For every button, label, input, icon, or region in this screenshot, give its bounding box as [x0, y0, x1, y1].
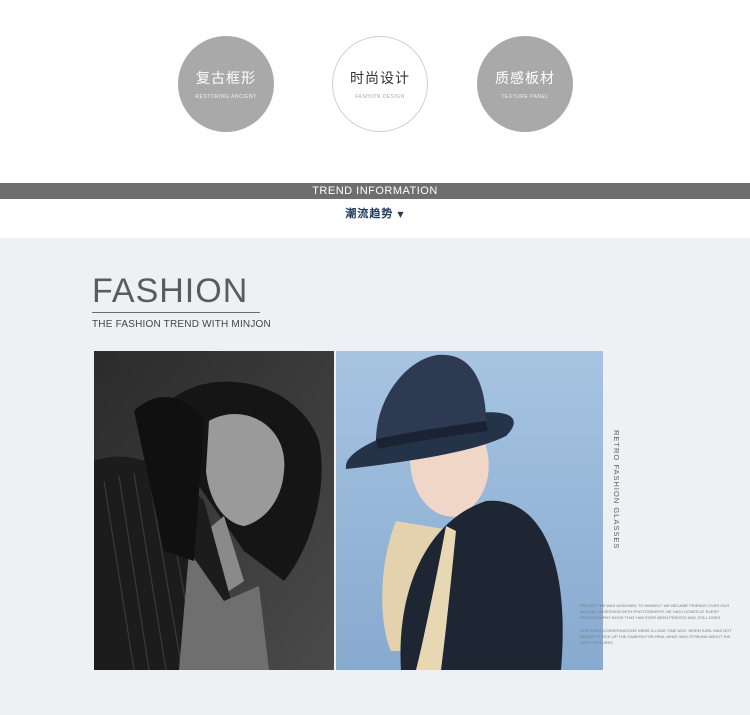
- portrait-bw-illustration: [94, 351, 334, 670]
- circle-title: 时尚设计: [350, 71, 410, 87]
- circle-restoring-ancient: 复古框形 RESTORING ANCIENT: [178, 36, 274, 132]
- triangle-down-icon: ▼: [397, 210, 405, 219]
- circle-fashion-design: 时尚设计 FASHION DESIGN: [332, 36, 428, 132]
- portrait-photo-hat: [336, 351, 603, 670]
- feature-paragraph-1: PROJECT HE WAS ASSIGNED TO HIMSELF. WE B…: [580, 603, 730, 620]
- fashion-title: FASHION: [92, 272, 249, 310]
- fashion-subtitle: THE FASHION TREND WITH MINJON: [92, 319, 271, 330]
- circle-title: 复古框形: [196, 71, 256, 87]
- trend-subhead-label: 潮流趋势: [345, 207, 394, 220]
- circle-subtitle: TEXTURE PANEL: [501, 94, 549, 100]
- title-divider: [92, 312, 260, 313]
- feature-circles: 复古框形 RESTORING ANCIENT 时尚设计 FASHION DESI…: [0, 0, 750, 180]
- circle-title: 质感板材: [495, 71, 555, 87]
- retro-fashion-glasses-label: RETRO FASHION GLASSES: [612, 430, 621, 550]
- circle-subtitle: FASHION DESIGN: [355, 94, 405, 100]
- portrait-photo-bw: [94, 351, 334, 670]
- trend-information-bar: TREND INFORMATION: [0, 183, 750, 199]
- feature-paragraph-2: OUR FIRST CONVERSATIONS WERE A LONG TIME…: [580, 628, 732, 645]
- circle-texture-panel: 质感板材 TEXTURE PANEL: [477, 36, 573, 132]
- portrait-hat-illustration: [336, 351, 603, 670]
- circle-subtitle: RESTORING ANCIENT: [195, 94, 257, 100]
- trend-subhead: 潮流趋势 ▼: [0, 205, 750, 221]
